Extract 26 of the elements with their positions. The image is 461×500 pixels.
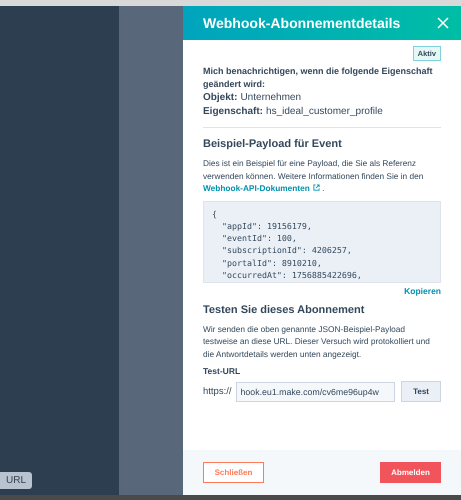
code-line: "portalId": 8910210, bbox=[220, 256, 323, 269]
url-prefix: https:// bbox=[203, 386, 232, 397]
code-line: "eventId": 100, bbox=[220, 232, 298, 244]
close-button[interactable]: Schließen bbox=[203, 462, 264, 483]
code-line: "occurredAt": 1756885422696, bbox=[220, 268, 363, 282]
code-line: "appId": 19156179, bbox=[220, 220, 313, 232]
notify-text: Mich benachrichtigen, wenn die folgende Eigenschaft geändert wird: bbox=[203, 65, 434, 91]
code-line: { bbox=[212, 208, 218, 220]
test-button[interactable]: Test bbox=[401, 381, 441, 402]
url-input[interactable]: hook.eu1.make.com/cv6me96up4w bbox=[236, 382, 396, 402]
docs-link[interactable]: Webhook-API-Dokumenten bbox=[203, 183, 320, 193]
field-label: Objekt: bbox=[203, 92, 238, 103]
code-line: "subscriptionId": 4206257, bbox=[220, 244, 353, 257]
section-heading: Beispiel-Payload für Event bbox=[203, 138, 343, 150]
close-icon[interactable] bbox=[437, 17, 449, 29]
field-value: hs_ideal_customer_profile bbox=[266, 106, 383, 116]
field-value: Unternehmen bbox=[240, 92, 302, 103]
url-tooltip: URL bbox=[0, 472, 32, 489]
panel-title: Webhook-Abonnementdetails bbox=[203, 15, 400, 31]
copy-link[interactable]: Kopieren bbox=[404, 286, 441, 296]
description-text: Dies ist ein Beispiel für eine Payload, die Sie als Referenz verwenden können. Weitere Informationen finden Sie in den Webhook-API-Dokumenten . bbox=[203, 157, 424, 194]
field-label: Test-URL bbox=[203, 366, 242, 376]
unsubscribe-button[interactable]: Abmelden bbox=[380, 462, 441, 483]
field-label: Eigenschaft: bbox=[203, 106, 264, 116]
description-text: Wir senden die oben genannte JSON-Beispiel-Payload testweise an diese URL. Dieser Versuch wird protokolliert und die Antwortdetails werden unten angezeigt. bbox=[203, 322, 431, 360]
section-heading: Testen Sie dieses Abonnement bbox=[203, 304, 366, 316]
